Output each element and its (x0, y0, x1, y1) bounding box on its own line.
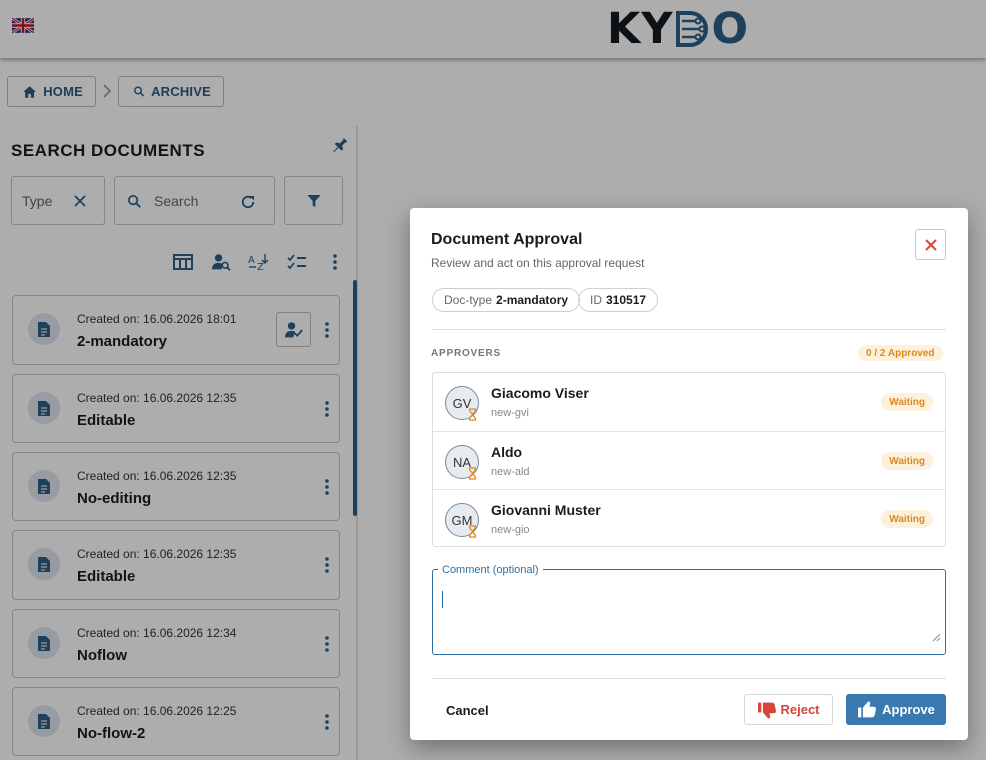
approver-row: GM Giovanni Muster new-gio Waiting (433, 489, 945, 547)
reject-button[interactable]: Reject (744, 694, 833, 725)
doctype-value: 2-mandatory (496, 293, 569, 307)
divider (432, 329, 946, 330)
comment-textarea[interactable] (432, 569, 946, 655)
close-button[interactable] (915, 229, 946, 260)
dialog-subtitle: Review and act on this approval request (431, 256, 645, 270)
divider (432, 678, 946, 679)
id-value: 310517 (606, 293, 647, 307)
approver-name: Giacomo Viser (491, 385, 589, 401)
hourglass-icon (468, 467, 477, 480)
id-pill: ID 310517 (578, 288, 659, 312)
cancel-button[interactable]: Cancel (436, 694, 499, 726)
approver-username: new-ald (491, 466, 530, 478)
thumbs-up-icon (858, 700, 877, 717)
hourglass-icon (468, 525, 477, 538)
comment-label: Comment (optional) (438, 564, 543, 576)
resize-handle-icon[interactable] (932, 633, 941, 642)
id-label: ID (590, 293, 602, 307)
document-approval-dialog: Document Approval Review and act on this… (410, 208, 968, 740)
approver-name: Aldo (491, 444, 523, 460)
approvers-label: APPROVERS (431, 348, 501, 359)
thumbs-down-icon (758, 702, 777, 719)
status-badge: Waiting (881, 393, 933, 411)
doctype-label: Doc-type (444, 293, 493, 307)
status-badge: Waiting (881, 452, 933, 470)
approver-username: new-gio (491, 524, 530, 536)
text-cursor (442, 591, 443, 608)
approver-row: NA Aldo new-ald Waiting (433, 431, 945, 489)
approver-username: new-gvi (491, 407, 529, 419)
status-badge: Waiting (881, 510, 933, 528)
approver-name: Giovanni Muster (491, 502, 601, 518)
reject-label: Reject (780, 702, 820, 717)
approver-row: GV Giacomo Viser new-gvi Waiting (433, 373, 945, 431)
approve-label: Approve (882, 702, 935, 717)
doctype-pill: Doc-type 2-mandatory (432, 288, 581, 312)
dialog-title: Document Approval (431, 231, 583, 248)
approved-count-badge: 0 / 2 Approved (858, 345, 943, 361)
approver-list: GV Giacomo Viser new-gvi Waiting NA Aldo… (432, 372, 946, 547)
hourglass-icon (468, 408, 477, 421)
close-icon (924, 238, 937, 251)
approve-button[interactable]: Approve (846, 694, 946, 725)
